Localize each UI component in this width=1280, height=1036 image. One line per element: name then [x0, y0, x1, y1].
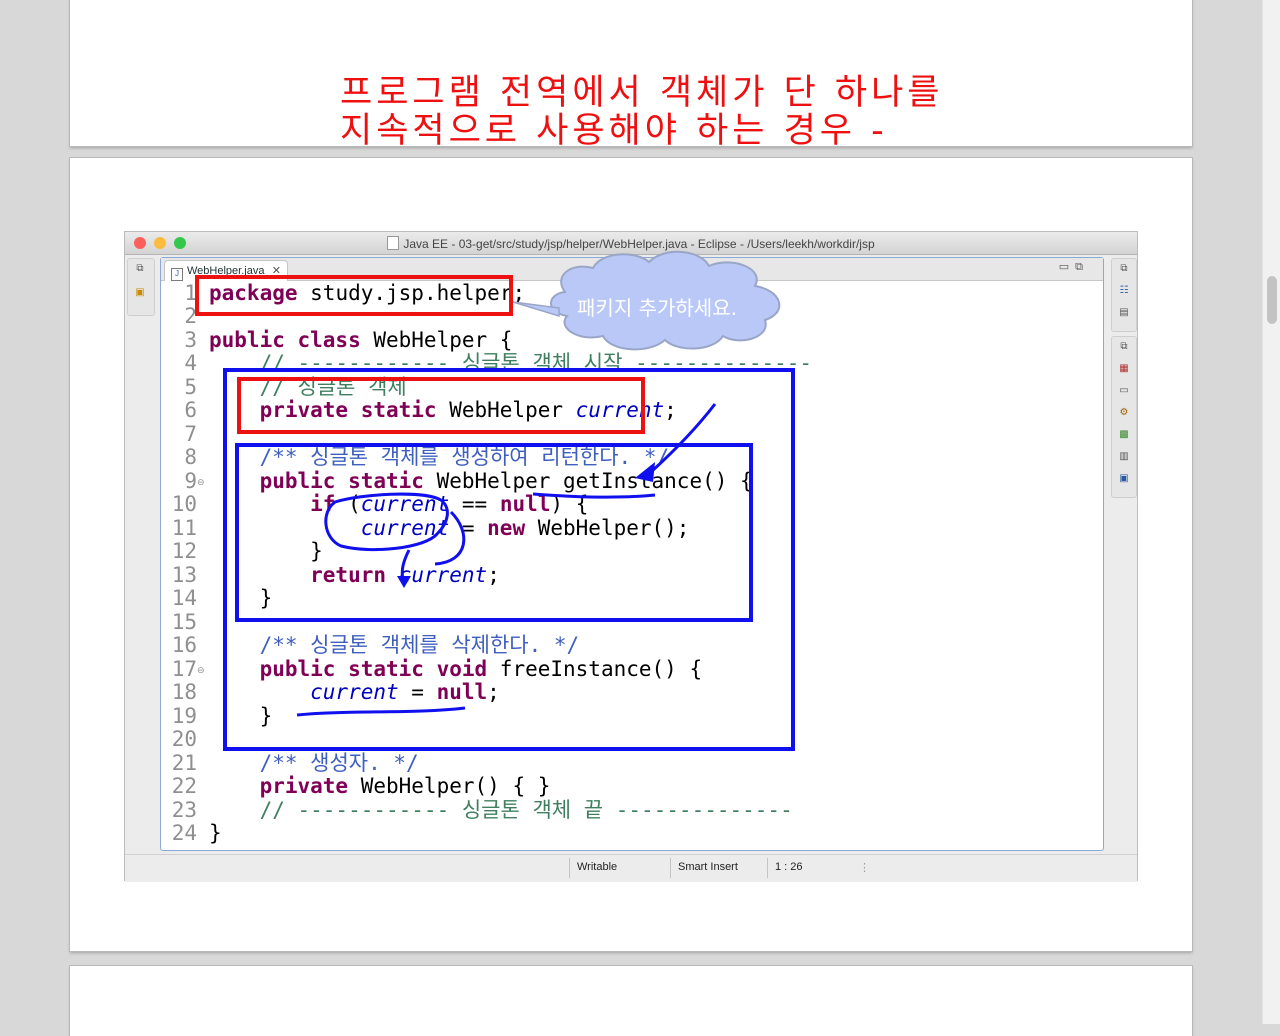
vertical-scrollbar[interactable] — [1262, 0, 1280, 1024]
getinstance-underline — [532, 492, 656, 499]
slide-title-line2: 지속적으로 사용해야 하는 경우 - — [340, 111, 888, 146]
static-field-red-box — [237, 377, 645, 434]
slide-title: 프로그램 전역에서 객체가 단 하나를 지속적으로 사용해야 하는 경우 - — [340, 74, 944, 146]
package-highlight-box — [195, 275, 513, 316]
annotation-overlay — [195, 250, 795, 751]
slide-title-line1: 프로그램 전역에서 객체가 단 하나를 — [340, 73, 944, 113]
current-check-circle — [324, 492, 449, 552]
eclipse-screenshot: Java EE - 03-get/src/study/jsp/helper/We… — [124, 231, 1138, 882]
slide-page: Java EE - 03-get/src/study/jsp/helper/We… — [70, 158, 1192, 951]
arrow-to-assignment — [434, 510, 466, 566]
callout-text: 패키지 추가하세요. — [577, 296, 737, 320]
arrowhead — [397, 576, 411, 588]
prev-slide-page: 프로그램 전역에서 객체가 단 하나를 지속적으로 사용해야 하는 경우 - — [70, 0, 1192, 146]
getinstance-blue-box — [235, 443, 753, 622]
arrowhead — [635, 462, 655, 482]
arrow-to-return — [400, 549, 411, 581]
singleton-outer-blue-box — [223, 368, 795, 751]
scrollbar-thumb[interactable] — [1267, 276, 1277, 324]
arrow-to-getinstance — [649, 403, 717, 474]
next-slide-page — [70, 966, 1192, 1036]
free-underline — [296, 706, 466, 717]
